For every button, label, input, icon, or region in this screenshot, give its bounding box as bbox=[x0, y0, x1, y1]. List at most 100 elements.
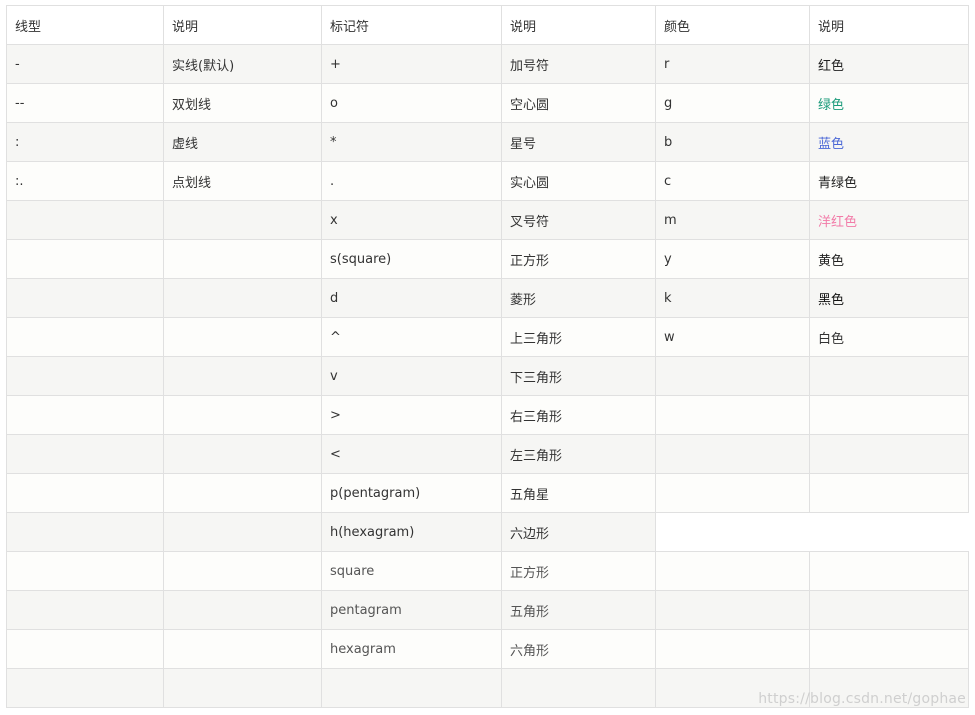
table-row: pentagram 五角形 bbox=[6, 590, 969, 630]
cell-color bbox=[655, 629, 810, 669]
cell-color: y bbox=[655, 239, 810, 279]
cell-color-desc: 黑色 bbox=[809, 278, 969, 318]
cell-color-desc: 白色 bbox=[809, 317, 969, 357]
table-row: h(hexagram) 六边形 bbox=[6, 512, 969, 552]
cell-marker: pentagram bbox=[321, 590, 502, 630]
cell-line-style bbox=[6, 473, 164, 513]
cell-marker-desc: 正方形 bbox=[501, 239, 656, 279]
table-body: - 实线(默认) + 加号符 r 红色 -- 双划线 o 空心圆 g 绿色: 虚线 * 星号 b 蓝色:. 点划线… bbox=[6, 44, 969, 708]
cell-marker: h(hexagram) bbox=[321, 512, 502, 552]
cell-marker: square bbox=[321, 551, 502, 591]
cell-marker: v bbox=[321, 356, 502, 396]
cell-line-style-desc bbox=[163, 473, 322, 513]
markdown-table: 线型 说明 标记符 说明 颜色 说明 - 实线(默认) + 加号符 r 红色 -- 双划线 o 空… bbox=[6, 5, 969, 708]
table-row: s(square) 正方形 y 黄色 bbox=[6, 239, 969, 279]
cell-marker-desc: 六角形 bbox=[501, 629, 656, 669]
table-row: d 菱形 k 黑色 bbox=[6, 278, 969, 318]
cell-line-style bbox=[6, 590, 164, 630]
cell-line-style bbox=[6, 512, 164, 552]
cell-marker-desc: 空心圆 bbox=[501, 83, 656, 123]
cell-line-style-desc bbox=[163, 356, 322, 396]
cell-color-desc: 蓝色 bbox=[809, 122, 969, 162]
cell-line-style-desc bbox=[163, 317, 322, 357]
cell-color-desc bbox=[809, 395, 969, 435]
cell-color bbox=[655, 473, 810, 513]
cell-color-desc: 绿色 bbox=[809, 83, 969, 123]
table-row: :. 点划线. 实心圆 c 青绿色 bbox=[6, 161, 969, 201]
cell-line-style-desc bbox=[163, 551, 322, 591]
cell-marker-desc: 菱形 bbox=[501, 278, 656, 318]
cell-color-desc bbox=[809, 473, 969, 513]
cell-line-style-desc: 虚线 bbox=[163, 122, 322, 162]
cell-color: b bbox=[655, 122, 810, 162]
header-line-style-desc: 说明 bbox=[163, 5, 322, 45]
cell-color-desc: 青绿色 bbox=[809, 161, 969, 201]
cell-line-style bbox=[6, 356, 164, 396]
cell-marker-desc: 叉号符 bbox=[501, 200, 656, 240]
cell-marker: d bbox=[321, 278, 502, 318]
cell-line-style bbox=[6, 200, 164, 240]
header-color-desc: 说明 bbox=[809, 5, 969, 45]
cell-line-style-desc: 双划线 bbox=[163, 83, 322, 123]
cell-marker: + bbox=[321, 44, 502, 84]
cell-color bbox=[655, 356, 810, 396]
cell-marker-desc: 右三角形 bbox=[501, 395, 656, 435]
cell-marker-desc: 下三角形 bbox=[501, 356, 656, 396]
header-line-style: 线型 bbox=[6, 5, 164, 45]
cell-marker-desc: 星号 bbox=[501, 122, 656, 162]
table-row: square 正方形 bbox=[6, 551, 969, 591]
cell-line-style: -- bbox=[6, 83, 164, 123]
cell-color: w bbox=[655, 317, 810, 357]
cell-marker-desc: 上三角形 bbox=[501, 317, 656, 357]
cell-color-desc bbox=[809, 356, 969, 396]
cell-color bbox=[655, 395, 810, 435]
cell-color-desc bbox=[809, 629, 969, 669]
cell-marker: > bbox=[321, 395, 502, 435]
cell-line-style: : bbox=[6, 122, 164, 162]
cell-color bbox=[655, 434, 810, 474]
cell-line-style-desc bbox=[163, 395, 322, 435]
header-marker: 标记符 bbox=[321, 5, 502, 45]
cell-line-style bbox=[6, 278, 164, 318]
table-row: - 实线(默认) + 加号符 r 红色 bbox=[6, 44, 969, 84]
table-row: hexagram 六角形 bbox=[6, 629, 969, 669]
cell-line-style: - bbox=[6, 44, 164, 84]
cell-color-desc: 黄色 bbox=[809, 239, 969, 279]
cell-line-style bbox=[6, 629, 164, 669]
cell-line-style bbox=[6, 395, 164, 435]
cell-marker-desc: 实心圆 bbox=[501, 161, 656, 201]
header-marker-desc: 说明 bbox=[501, 5, 656, 45]
cell-marker-desc: 加号符 bbox=[501, 44, 656, 84]
cell-line-style-desc: 实线(默认) bbox=[163, 44, 322, 84]
table-row: x 叉号符 m 洋红色 bbox=[6, 200, 969, 240]
cell-marker: < bbox=[321, 434, 502, 474]
cell-line-style: :. bbox=[6, 161, 164, 201]
table-header: 线型 说明 标记符 说明 颜色 说明 bbox=[6, 5, 969, 45]
cell-line-style-desc bbox=[163, 239, 322, 279]
table-row: -- 双划线 o 空心圆 g 绿色 bbox=[6, 83, 969, 123]
cell-marker-desc: 五角形 bbox=[501, 590, 656, 630]
cell-line-style-desc bbox=[163, 278, 322, 318]
cell-line-style-desc bbox=[163, 200, 322, 240]
cell-line-style bbox=[6, 668, 164, 708]
cell-line-style-desc bbox=[163, 434, 322, 474]
cell-line-style bbox=[6, 317, 164, 357]
cell-marker-desc: 正方形 bbox=[501, 551, 656, 591]
cell-color: r bbox=[655, 44, 810, 84]
cell-marker: p(pentagram) bbox=[321, 473, 502, 513]
table-row: < 左三角形 bbox=[6, 434, 969, 474]
cell-color: k bbox=[655, 278, 810, 318]
cell-color-desc: 红色 bbox=[809, 44, 969, 84]
cell-line-style bbox=[6, 551, 164, 591]
cell-color: m bbox=[655, 200, 810, 240]
header-color: 颜色 bbox=[655, 5, 810, 45]
table-row: : 虚线 * 星号 b 蓝色 bbox=[6, 122, 969, 162]
cell-marker: * bbox=[321, 122, 502, 162]
cell-marker: o bbox=[321, 83, 502, 123]
cell-marker: hexagram bbox=[321, 629, 502, 669]
table-row: > 右三角形 bbox=[6, 395, 969, 435]
table-row: v 下三角形 bbox=[6, 356, 969, 396]
cell-color bbox=[655, 590, 810, 630]
cell-color bbox=[655, 551, 810, 591]
cell-color-desc bbox=[809, 590, 969, 630]
